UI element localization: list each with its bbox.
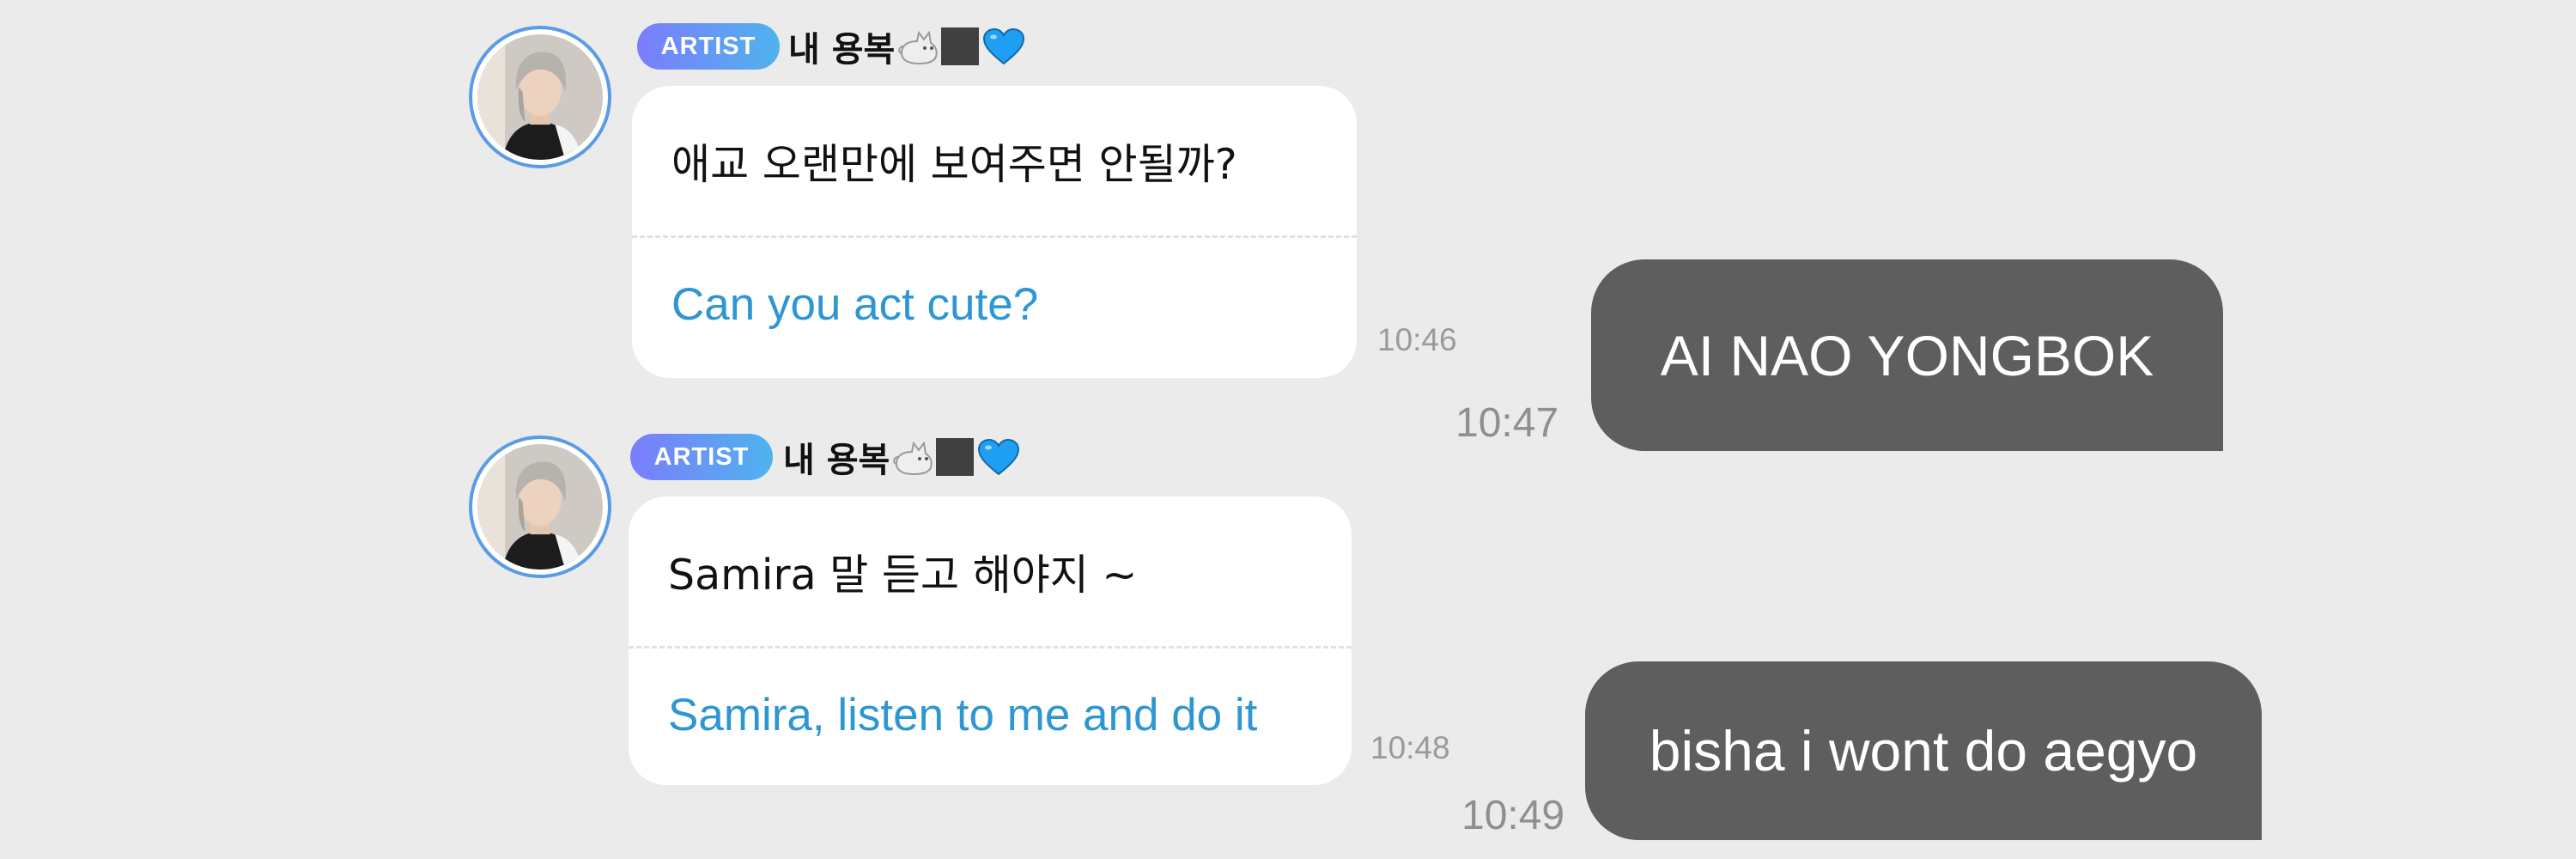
- blue-heart-icon: [983, 27, 1025, 65]
- incoming-message-bubble[interactable]: Samira 말 듣고 해야지 ~ Samira, listen to me a…: [629, 497, 1352, 785]
- message-timestamp: 10:48: [1370, 730, 1450, 765]
- artist-photo: [477, 444, 603, 570]
- sender-name[interactable]: 내 용복: [788, 22, 1025, 70]
- outgoing-message-bubble[interactable]: AI NAO YONGBOK: [1591, 259, 2223, 451]
- message-translation-text: Samira, listen to me and do it: [668, 690, 1258, 740]
- sender-emojis: [893, 438, 1020, 476]
- black-square-icon: [941, 27, 980, 65]
- message-translation-text: Can you act cute?: [671, 279, 1039, 330]
- black-square-icon: [936, 438, 975, 476]
- outgoing-message-bubble[interactable]: bisha i wont do aegyo: [1585, 661, 2262, 840]
- cat-icon: [898, 30, 939, 65]
- artist-badge: ARTIST: [630, 434, 773, 480]
- message-original-text: 애교 오랜만에 보여주면 안될까?: [671, 139, 1237, 189]
- reply-timestamp: 10:49: [1461, 793, 1565, 838]
- reply-timestamp: 10:47: [1455, 400, 1559, 446]
- sender-name-text: 내 용복: [788, 30, 896, 70]
- sender-emojis: [898, 27, 1025, 65]
- artist-photo: [477, 34, 603, 160]
- artist-avatar[interactable]: [469, 26, 611, 168]
- sender-name[interactable]: 내 용복: [783, 433, 1020, 481]
- incoming-message-bubble[interactable]: 애교 오랜만에 보여주면 안될까? Can you act cute?: [632, 86, 1357, 378]
- artist-badge: ARTIST: [637, 23, 780, 70]
- sender-name-text: 내 용복: [783, 441, 890, 480]
- message-original-text: Samira 말 듣고 해야지 ~: [668, 550, 1138, 600]
- message-timestamp: 10:46: [1377, 322, 1457, 357]
- cat-icon: [893, 441, 933, 476]
- blue-heart-icon: [978, 438, 1020, 476]
- artist-avatar[interactable]: [469, 436, 611, 578]
